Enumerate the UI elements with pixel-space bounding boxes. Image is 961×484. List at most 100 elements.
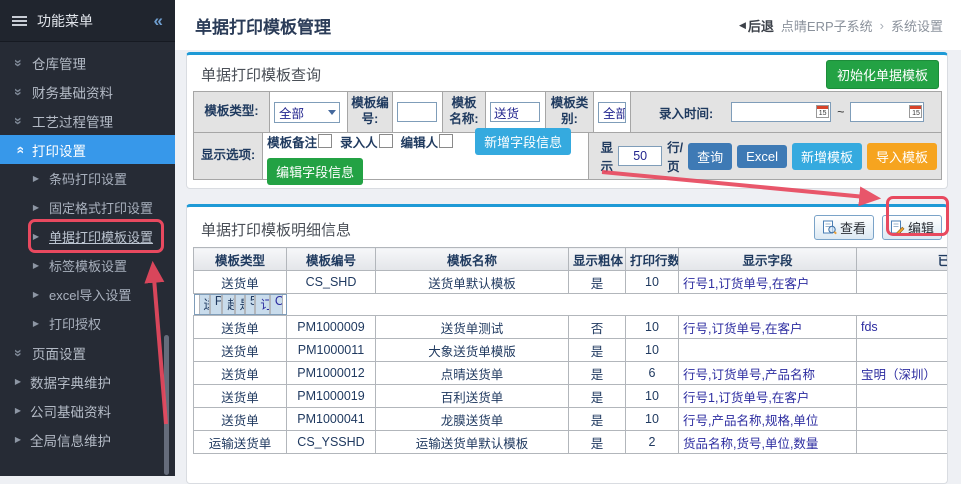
- query-form: 模板类型: 全部 模板编号: 模板名称: 模板类别: 全部 录入时间: 15: [193, 91, 942, 180]
- table-row[interactable]: 送货单PM1000011大象送货单模版是10: [194, 339, 948, 362]
- query-button[interactable]: 查询: [688, 143, 732, 170]
- sidebar-item-label: 工艺过程管理: [32, 111, 113, 131]
- add-field-info-button[interactable]: 新增字段信息: [475, 128, 571, 155]
- table-cell: 行号1,订货单号,在客户: [679, 271, 857, 294]
- back-button[interactable]: ◀后退: [739, 16, 774, 35]
- column-header: 打印行数: [626, 248, 679, 271]
- calendar-icon[interactable]: 15: [909, 105, 922, 118]
- query-panel-title: 单据打印模板查询: [201, 64, 321, 85]
- table-cell: 行号1,订货单号,在客户: [679, 385, 857, 408]
- chevron-double-down-icon: »: [11, 346, 27, 360]
- sidebar-item-10[interactable]: »页面设置: [0, 338, 175, 367]
- table-cell: [857, 271, 948, 294]
- table-row[interactable]: 送货单PM1000009送货单测试否10行号,订货单号,在客户fds: [194, 316, 948, 339]
- page-title: 单据打印模板管理: [195, 13, 331, 38]
- table-cell: 是: [569, 271, 626, 294]
- edit-pencil-icon: [890, 220, 905, 235]
- table-cell: 运输送货单默认模板: [376, 431, 569, 454]
- table-row[interactable]: 送货单PM1000019百利送货单是10行号1,订货单号,在客户: [194, 385, 948, 408]
- sidebar-collapse-icon[interactable]: «: [154, 11, 163, 31]
- view-button[interactable]: 查看: [814, 215, 874, 240]
- template-no-label: 模板编号:: [348, 92, 393, 132]
- sidebar-item-label: excel导入设置: [49, 285, 131, 304]
- sidebar-item-4[interactable]: ▶条码打印设置: [0, 164, 175, 193]
- table-cell: 5: [245, 294, 255, 315]
- table-cell: 是: [569, 431, 626, 454]
- table-cell: 是: [569, 408, 626, 431]
- rows-per-page-input[interactable]: [618, 146, 662, 166]
- table-cell: PM1000019: [287, 385, 376, 408]
- remark-checkbox-label: 模板备注: [267, 132, 317, 151]
- edit-button[interactable]: 编辑: [882, 215, 942, 240]
- template-cat-select[interactable]: 全部: [598, 102, 626, 123]
- breadcrumb: ◀后退 点晴ERP子系统 › 系统设置: [739, 16, 943, 35]
- hamburger-menu-icon[interactable]: [12, 14, 27, 28]
- sidebar-item-label: 仓库管理: [32, 53, 86, 73]
- table-cell: 10: [626, 316, 679, 339]
- sidebar-item-6[interactable]: ▶单据打印模板设置: [0, 222, 175, 251]
- editor-checkbox-label: 编辑人: [401, 132, 439, 151]
- sidebar-item-label: 全局信息维护: [30, 430, 111, 450]
- table-row[interactable]: 送货单PM1000012点晴送货单是6行号,订货单号,产品名称宝明（深圳）: [194, 362, 948, 385]
- calendar-icon[interactable]: 15: [816, 105, 829, 118]
- sidebar-menu: »仓库管理»财务基础资料»工艺过程管理»打印设置▶条码打印设置▶固定格式打印设置…: [0, 48, 175, 454]
- table-row[interactable]: 运输送货单CS_YSSHD运输送货单默认模板是2货品名称,货号,单位,数量: [194, 431, 948, 454]
- table-cell: 是: [569, 385, 626, 408]
- template-type-select[interactable]: 全部: [274, 102, 340, 123]
- breadcrumb-current: 系统设置: [891, 16, 943, 35]
- sidebar-item-8[interactable]: ▶ excel导入设置: [0, 280, 175, 309]
- table-cell: 10: [626, 271, 679, 294]
- table-row[interactable]: 送货单CS_SHD送货单默认模板是10行号1,订货单号,在客户: [194, 271, 948, 294]
- sidebar-item-13[interactable]: ▶全局信息维护: [0, 425, 175, 454]
- new-template-button[interactable]: 新增模板: [792, 143, 862, 170]
- sidebar-scrollbar-thumb[interactable]: [164, 335, 169, 475]
- table-cell: 送货单默认模板: [376, 271, 569, 294]
- sidebar-item-7[interactable]: ▶标签模板设置: [0, 251, 175, 280]
- table-cell: 否: [569, 316, 626, 339]
- init-template-button[interactable]: 初始化单据模板: [826, 60, 939, 89]
- editor-checkbox[interactable]: [439, 134, 453, 148]
- entry-person-checkbox[interactable]: [379, 134, 393, 148]
- triangle-right-icon: ▶: [30, 290, 42, 299]
- sidebar-item-2[interactable]: »工艺过程管理: [0, 106, 175, 135]
- sidebar-header: 功能菜单 «: [0, 0, 175, 42]
- triangle-right-icon: ▶: [30, 174, 42, 183]
- template-name-input[interactable]: [490, 102, 540, 122]
- back-arrow-icon: ◀: [739, 20, 746, 31]
- sidebar-item-12[interactable]: ▶公司基础资料: [0, 396, 175, 425]
- table-cell: 送货单: [194, 339, 287, 362]
- edit-field-info-button[interactable]: 编辑字段信息: [267, 158, 363, 185]
- table-row[interactable]: 送货单PM1000001超声送货单是5订货单号,在客户处订单CS1002,GYS: [194, 294, 287, 315]
- sidebar-item-3[interactable]: »打印设置: [0, 135, 175, 164]
- table-cell: 是: [569, 362, 626, 385]
- template-table: 模板类型模板编号模板名称显示粗体打印行数显示字段已绑定 送货单CS_SHD送货单…: [193, 247, 947, 454]
- sidebar-item-5[interactable]: ▶固定格式打印设置: [0, 193, 175, 222]
- triangle-right-icon: ▶: [12, 377, 24, 386]
- table-cell: 超声送货单: [222, 294, 234, 315]
- excel-button[interactable]: Excel: [737, 145, 787, 168]
- table-cell: 宝明（深圳）: [857, 362, 948, 385]
- table-cell: 大象送货单模版: [376, 339, 569, 362]
- import-template-button[interactable]: 导入模板: [867, 143, 937, 170]
- sidebar-item-9[interactable]: ▶打印授权: [0, 309, 175, 338]
- table-cell: 送货单测试: [376, 316, 569, 339]
- query-panel: 单据打印模板查询 初始化单据模板 模板类型: 全部 模板编号: 模板名称: 模板…: [186, 52, 948, 189]
- remark-checkbox[interactable]: [318, 134, 332, 148]
- table-cell: [857, 339, 948, 362]
- rows-unit-label: 行/页: [667, 137, 683, 175]
- sidebar-item-1[interactable]: »财务基础资料: [0, 77, 175, 106]
- table-cell: PM1000009: [287, 316, 376, 339]
- table-cell: PM1000041: [287, 408, 376, 431]
- table-cell: CS1002,GYS: [270, 294, 283, 315]
- table-row[interactable]: 送货单PM1000041龙膜送货单是10行号,产品名称,规格,单位: [194, 408, 948, 431]
- sidebar-item-0[interactable]: »仓库管理: [0, 48, 175, 77]
- triangle-right-icon: ▶: [30, 319, 42, 328]
- template-no-input[interactable]: [397, 102, 437, 122]
- breadcrumb-subsystem[interactable]: 点晴ERP子系统: [781, 16, 873, 35]
- table-cell: 送货单: [194, 408, 287, 431]
- chevron-double-down-icon: »: [11, 85, 27, 99]
- sidebar-item-11[interactable]: ▶数据字典维护: [0, 367, 175, 396]
- table-cell: fds: [857, 316, 948, 339]
- template-type-label: 模板类型:: [194, 92, 270, 132]
- table-cell: 运输送货单: [194, 431, 287, 454]
